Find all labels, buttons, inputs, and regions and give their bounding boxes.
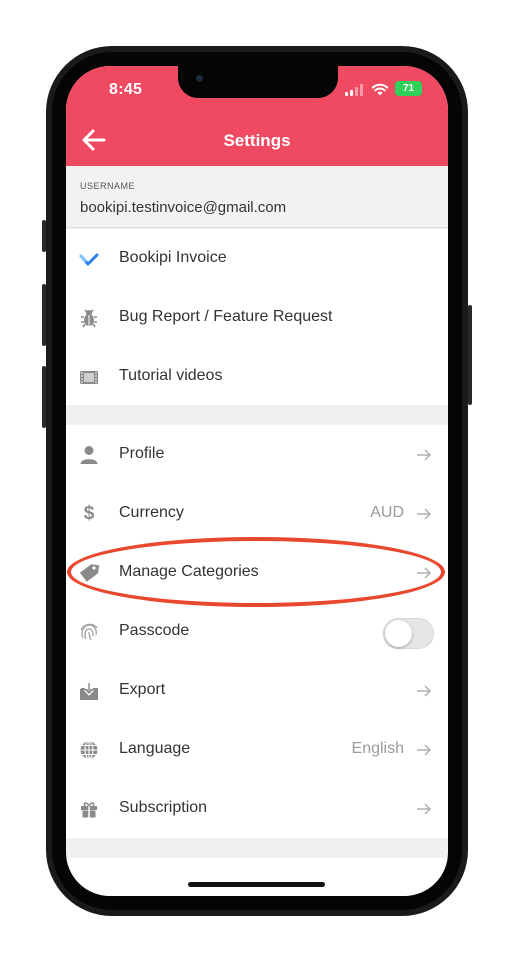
bookipi-logo-icon (79, 253, 99, 266)
username-block: USERNAME bookipi.testinvoice@gmail.com (66, 166, 448, 228)
row-currency[interactable]: $ Currency AUD (66, 484, 448, 543)
row-label: Subscription (119, 799, 208, 816)
export-icon (80, 683, 98, 700)
wifi-icon (371, 83, 389, 96)
row-label: Passcode (119, 622, 190, 639)
signal-icon (345, 84, 367, 96)
settings-section: Profile $ Currency AUD Manage Categories (66, 425, 448, 838)
row-export[interactable]: Export (66, 661, 448, 720)
row-profile[interactable]: Profile (66, 425, 448, 484)
fingerprint-icon (80, 623, 98, 641)
film-icon (80, 371, 98, 384)
page-title: Settings (223, 131, 291, 150)
app-bar: Settings (66, 114, 448, 166)
row-label: Profile (119, 445, 165, 462)
passcode-toggle[interactable] (383, 618, 434, 649)
support-section: Bookipi Invoice Bug Report / Feature Req… (66, 229, 448, 405)
language-value: English (351, 740, 404, 757)
silent-switch (42, 220, 46, 252)
tag-icon (79, 564, 100, 582)
row-manage-categories[interactable]: Manage Categories (66, 543, 448, 602)
camera-icon (196, 75, 203, 82)
row-label: Tutorial videos (119, 367, 223, 384)
chevron-right-arrow-icon (417, 803, 432, 815)
notch (178, 66, 338, 98)
chevron-right-arrow-icon (417, 508, 432, 520)
row-label: Bug Report / Feature Request (119, 308, 333, 325)
row-label: Currency (119, 504, 184, 521)
chevron-right-arrow-icon (417, 449, 432, 461)
battery-icon: 71 (395, 81, 422, 96)
person-icon (80, 446, 98, 464)
chevron-right-arrow-icon (417, 744, 432, 756)
row-label: Language (119, 740, 191, 757)
row-label: Export (119, 681, 166, 698)
screen: 8:45 71 Settings USERNAME bookipi.testin… (66, 66, 448, 896)
volume-up-button (42, 284, 46, 346)
row-bug-report[interactable]: Bug Report / Feature Request (66, 288, 448, 347)
dollar-icon: $ (83, 503, 95, 524)
username-value: bookipi.testinvoice@gmail.com (80, 199, 287, 216)
row-passcode: Passcode (66, 602, 448, 661)
status-bar: 8:45 71 (66, 66, 448, 114)
home-indicator (188, 882, 325, 887)
row-tutorial-videos[interactable]: Tutorial videos (66, 347, 448, 406)
status-time: 8:45 (109, 81, 143, 98)
battery-level: 71 (402, 83, 415, 94)
row-label: Bookipi Invoice (119, 249, 227, 266)
chevron-right-arrow-icon (417, 567, 432, 579)
globe-icon (80, 740, 98, 760)
chevron-right-arrow-icon (417, 685, 432, 697)
bottom-section (66, 858, 448, 896)
toggle-knob (385, 620, 412, 647)
currency-value: AUD (370, 504, 404, 521)
gift-icon (81, 802, 97, 818)
row-language[interactable]: Language English (66, 720, 448, 779)
power-button (468, 305, 472, 405)
row-subscription[interactable]: Subscription (66, 779, 448, 838)
username-label: USERNAME (80, 181, 136, 191)
volume-down-button (42, 366, 46, 428)
bug-icon (81, 309, 97, 328)
row-label: Manage Categories (119, 563, 259, 580)
row-bookipi-invoice[interactable]: Bookipi Invoice (66, 229, 448, 288)
